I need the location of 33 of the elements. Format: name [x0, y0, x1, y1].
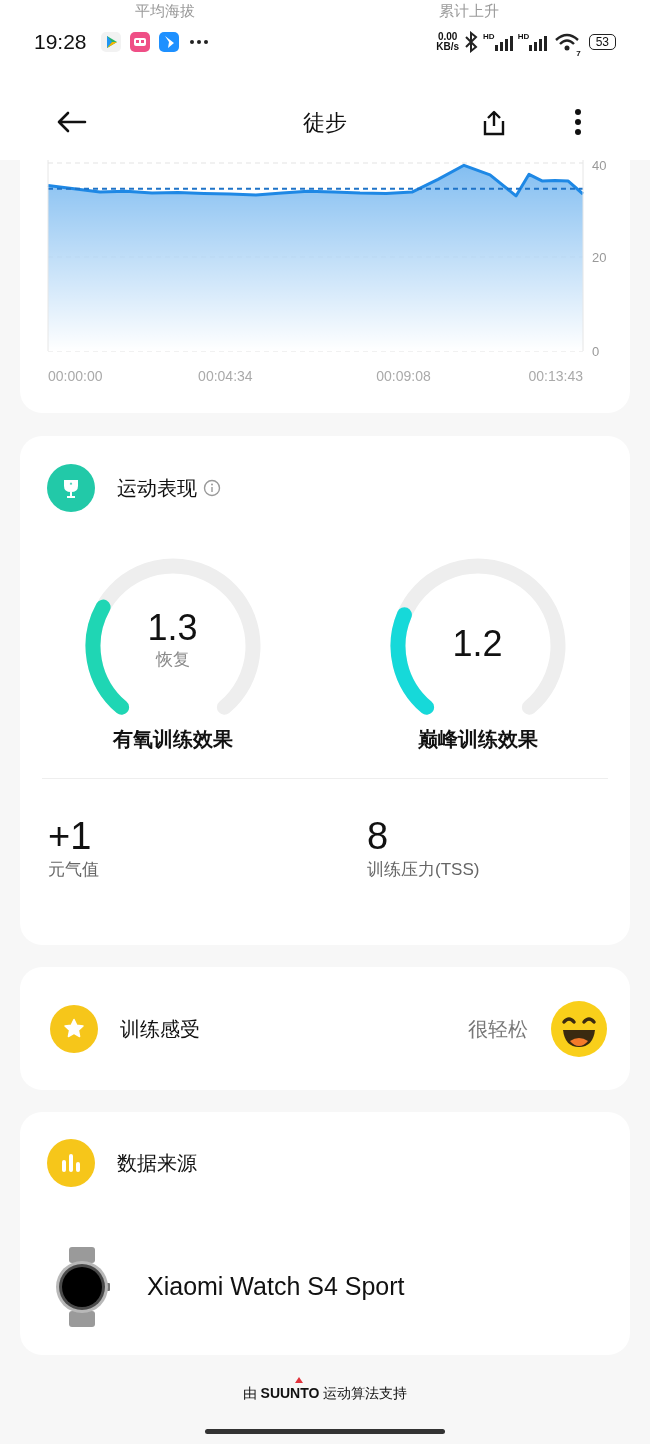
x-tick-label: 00:04:34: [198, 368, 253, 384]
network-type: HD: [483, 33, 495, 41]
page-title: 徒步: [303, 108, 347, 137]
network-speed: 0.00 KB/s: [436, 32, 460, 52]
stat-value: 8: [367, 815, 389, 857]
footer-text: 由: [242, 1385, 257, 1401]
device-name: Xiaomi Watch S4 Sport: [147, 1271, 405, 1303]
gauge-caption: 巅峰训练效果: [417, 728, 538, 750]
gauge-sublabel: 恢复: [155, 650, 190, 670]
status-time: 19:28: [34, 29, 87, 56]
faded-label: 平均海拔: [135, 2, 195, 20]
battery-level: 53: [588, 34, 616, 50]
faded-label: 累计上升: [439, 2, 499, 20]
x-tick-label: 00:09:08: [376, 368, 431, 384]
gauge-value: 1.3: [147, 608, 198, 648]
y-tick-label: 0: [592, 344, 600, 359]
feeling-value: 很轻松: [468, 1016, 528, 1042]
brand-name: SUUNTO: [260, 1385, 320, 1401]
section-title: 运动表现: [117, 476, 197, 501]
footer-text: 运动算法支持: [323, 1385, 408, 1401]
gauge-caption: 有氧训练效果: [112, 728, 233, 750]
section-title: 训练感受: [120, 1016, 200, 1042]
stat-label: 元气值: [48, 860, 99, 879]
y-tick-label: 20: [592, 250, 607, 265]
wifi-label: 7: [576, 48, 581, 60]
stat-value: +1: [48, 815, 92, 857]
gauge-value: 1.2: [452, 624, 503, 664]
network-type: HD: [517, 33, 530, 41]
y-tick-label: 40: [592, 160, 607, 173]
x-tick-label: 00:00:00: [48, 368, 103, 384]
x-tick-label: 00:13:43: [528, 368, 583, 384]
section-title: 数据来源: [117, 1151, 197, 1176]
stat-label: 训练压力(TSS): [367, 860, 480, 879]
